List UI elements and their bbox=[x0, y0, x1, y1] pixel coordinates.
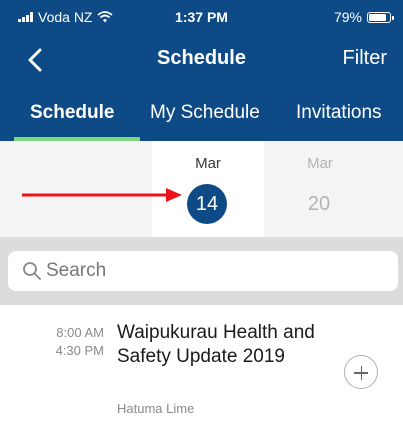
tab-schedule[interactable]: Schedule bbox=[30, 102, 114, 124]
header: Voda NZ 1:37 PM 79% Schedule Filter Sche… bbox=[0, 0, 403, 141]
battery-status: 79% bbox=[333, 9, 394, 25]
nav-bar: Schedule Filter bbox=[0, 38, 403, 82]
event-end-time: 4:30 PM bbox=[55, 343, 104, 358]
search-input[interactable]: Search bbox=[8, 251, 398, 291]
tab-bar: Schedule My Schedule Invitations bbox=[0, 96, 403, 141]
date-day: 14 bbox=[187, 184, 227, 224]
search-placeholder: Search bbox=[46, 260, 107, 281]
battery-icon bbox=[367, 11, 394, 23]
date-day: 20 bbox=[307, 193, 331, 215]
battery-percent: 79% bbox=[333, 9, 362, 25]
tab-my-schedule[interactable]: My Schedule bbox=[150, 102, 260, 124]
date-month: Mar bbox=[307, 155, 333, 172]
status-bar: Voda NZ 1:37 PM 79% bbox=[0, 0, 403, 34]
event-title: Waipukurau Health and Safety Update 2019 bbox=[117, 322, 315, 367]
date-month: Mar bbox=[195, 155, 221, 172]
tab-invitations[interactable]: Invitations bbox=[296, 102, 382, 124]
event-start-time: 8:00 AM bbox=[56, 325, 104, 340]
date-mar-20[interactable]: Mar 20 bbox=[264, 141, 376, 237]
filter-button[interactable]: Filter bbox=[343, 47, 387, 70]
red-arrow-annotation bbox=[22, 188, 182, 202]
event-location: Hatuma Lime bbox=[117, 401, 195, 416]
event-times: 8:00 AM 4:30 PM bbox=[0, 324, 104, 360]
event-item[interactable]: 8:00 AM 4:30 PM Waipukurau Health and Sa… bbox=[0, 305, 403, 428]
search-bar-container: Search bbox=[0, 237, 403, 305]
date-strip: Mar 14 Mar 20 bbox=[0, 141, 403, 237]
search-icon bbox=[23, 262, 41, 280]
add-to-schedule-button[interactable] bbox=[344, 355, 378, 389]
